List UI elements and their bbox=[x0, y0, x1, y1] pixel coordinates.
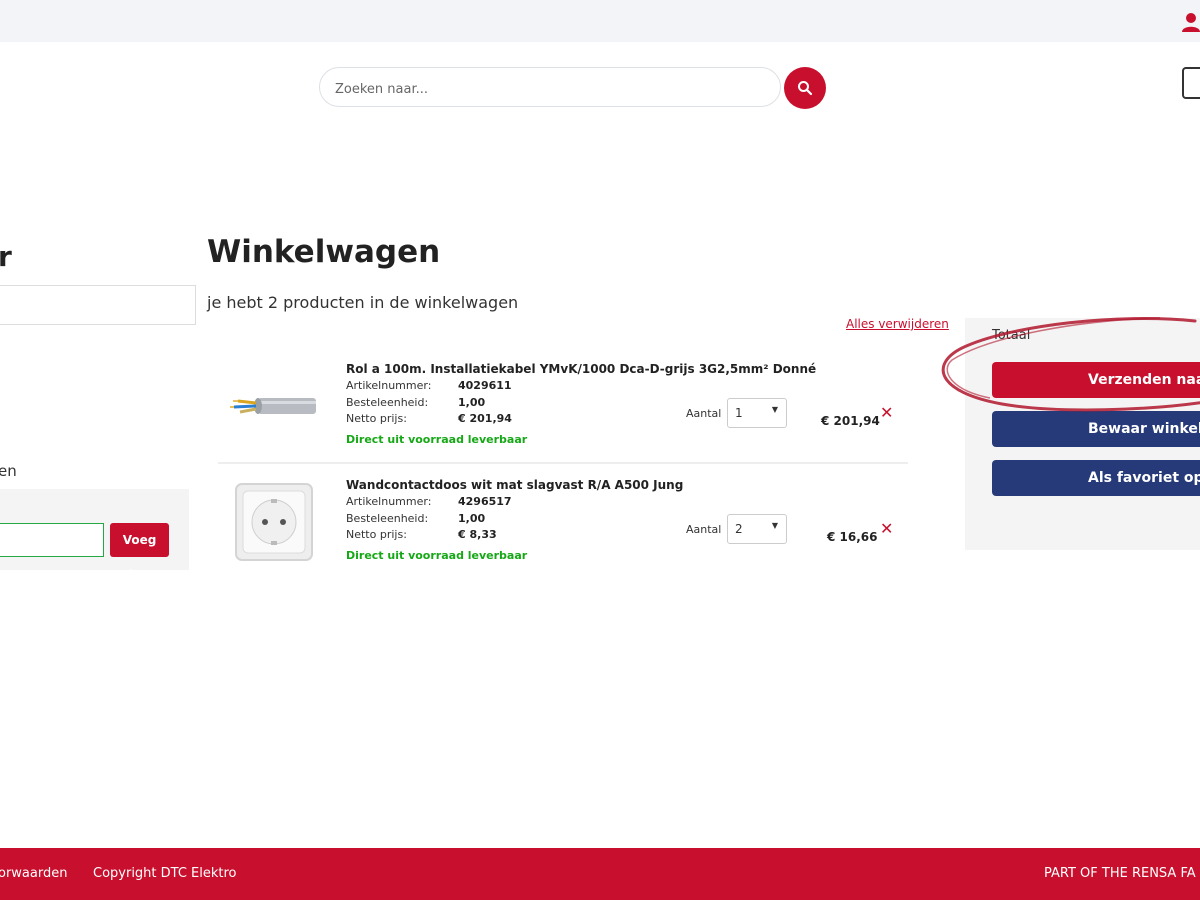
quantity-value: 1 bbox=[735, 406, 743, 420]
order-unit-value: 1,00 bbox=[458, 512, 486, 525]
net-price-value: € 201,94 bbox=[458, 412, 512, 425]
order-unit-label: Besteleenheid: bbox=[346, 512, 429, 525]
wall-socket-image bbox=[235, 483, 313, 561]
cart-subtitle: je hebt 2 producten in de winkelwagen bbox=[207, 293, 519, 312]
article-number-value: 4296517 bbox=[458, 495, 512, 508]
remove-item-icon[interactable]: ✕ bbox=[880, 403, 893, 422]
availability-text: Direct uit voorraad leverbaar bbox=[346, 433, 528, 446]
header-menu-button[interactable] bbox=[1182, 67, 1200, 99]
top-bar bbox=[0, 0, 1200, 42]
page-title: Winkelwagen bbox=[207, 234, 441, 270]
article-number-input[interactable] bbox=[0, 523, 104, 557]
quantity-label: Aantal bbox=[686, 407, 722, 420]
save-cart-button[interactable]: Bewaar winkelwa bbox=[992, 411, 1200, 447]
order-unit-row: Besteleenheid: 1,00 bbox=[346, 396, 485, 409]
sidebar-heading: r bbox=[0, 240, 12, 273]
cart-item: Wandcontactdoos wit mat slagvast R/A A50… bbox=[218, 464, 908, 578]
quantity-value: 2 bbox=[735, 522, 743, 536]
footer: orwaarden Copyright DTC Elektro PART OF … bbox=[0, 848, 1200, 900]
order-unit-row: Besteleenheid: 1,00 bbox=[346, 512, 485, 525]
save-favorite-button[interactable]: Als favoriet opsl bbox=[992, 460, 1200, 496]
cart-item: Rol a 100m. Installatiekabel YMvK/1000 D… bbox=[218, 348, 908, 464]
footer-terms-link[interactable]: orwaarden bbox=[0, 866, 67, 881]
sidebar-label: en bbox=[0, 462, 17, 480]
caret-down-icon: ▼ bbox=[771, 521, 778, 530]
add-button[interactable]: Voeg toe bbox=[110, 523, 169, 581]
order-unit-label: Besteleenheid: bbox=[346, 396, 429, 409]
search-button[interactable] bbox=[784, 67, 826, 109]
remove-item-icon[interactable]: ✕ bbox=[880, 519, 893, 538]
total-label: Totaal bbox=[992, 328, 1031, 343]
quantity-select[interactable]: 2 ▼ bbox=[727, 514, 787, 544]
net-price-row: Netto prijs: € 8,33 bbox=[346, 528, 497, 541]
caret-down-icon: ▼ bbox=[771, 405, 778, 414]
footer-copyright: Copyright DTC Elektro bbox=[93, 866, 237, 881]
quantity-label: Aantal bbox=[686, 523, 722, 536]
net-price-label: Netto prijs: bbox=[346, 412, 407, 425]
net-price-label: Netto prijs: bbox=[346, 528, 407, 541]
line-total: € 16,66 bbox=[827, 530, 878, 544]
product-name[interactable]: Rol a 100m. Installatiekabel YMvK/1000 D… bbox=[346, 362, 816, 376]
search-bar bbox=[319, 67, 781, 107]
send-order-button[interactable]: Verzenden naar bbox=[992, 362, 1200, 398]
user-icon[interactable] bbox=[1182, 12, 1200, 32]
article-number-label: Artikelnummer: bbox=[346, 379, 432, 392]
article-number-row: Artikelnummer: 4296517 bbox=[346, 495, 512, 508]
net-price-value: € 8,33 bbox=[458, 528, 497, 541]
search-icon bbox=[798, 81, 813, 96]
search-input[interactable] bbox=[333, 78, 757, 100]
sidebar-input[interactable] bbox=[0, 285, 196, 325]
remove-all-link[interactable]: Alles verwijderen bbox=[846, 317, 949, 331]
order-unit-value: 1,00 bbox=[458, 396, 486, 409]
article-number-label: Artikelnummer: bbox=[346, 495, 432, 508]
article-number-value: 4029611 bbox=[458, 379, 512, 392]
cable-roll-image bbox=[230, 398, 316, 414]
product-name[interactable]: Wandcontactdoos wit mat slagvast R/A A50… bbox=[346, 478, 683, 492]
line-total: € 201,94 bbox=[821, 414, 880, 428]
availability-text: Direct uit voorraad leverbaar bbox=[346, 549, 528, 562]
article-number-row: Artikelnummer: 4029611 bbox=[346, 379, 512, 392]
footer-family-text: PART OF THE RENSA FA bbox=[1044, 866, 1196, 881]
quantity-select[interactable]: 1 ▼ bbox=[727, 398, 787, 428]
net-price-row: Netto prijs: € 201,94 bbox=[346, 412, 512, 425]
